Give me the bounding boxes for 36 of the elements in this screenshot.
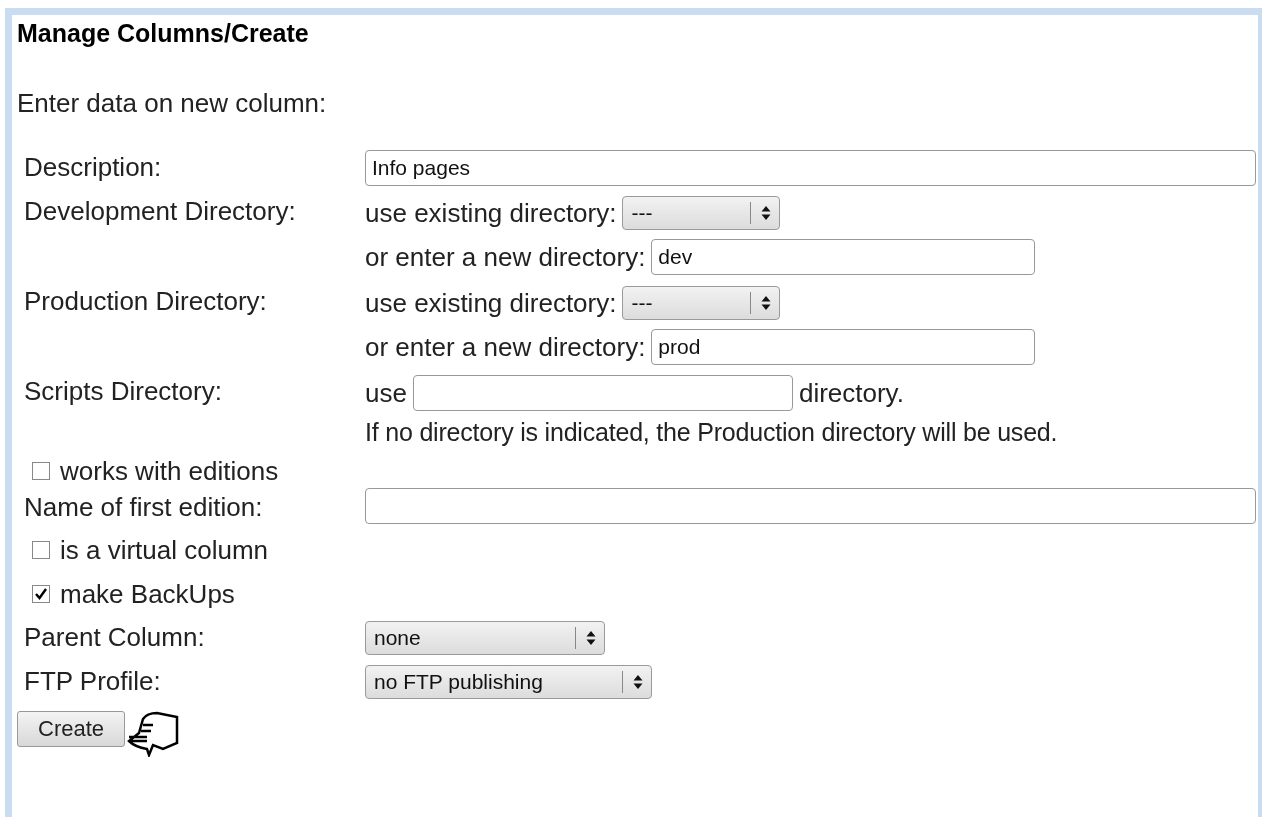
field-label: use bbox=[365, 377, 407, 409]
page-title: Manage Columns/Create bbox=[17, 19, 310, 48]
checkbox[interactable] bbox=[32, 462, 50, 480]
field-label: Description: bbox=[24, 151, 163, 184]
edition-name-field[interactable] bbox=[365, 488, 1256, 524]
checkbox-label: is a virtual column bbox=[60, 534, 269, 567]
dropdown[interactable]: none bbox=[365, 621, 605, 655]
field-label: Scripts Directory: bbox=[24, 375, 223, 408]
checkbox[interactable] bbox=[32, 541, 50, 559]
intro-text: Enter data on new column: bbox=[17, 88, 328, 119]
updown-icon bbox=[586, 630, 596, 646]
create-button[interactable]: Create bbox=[17, 711, 126, 747]
select-label: use existing directory: bbox=[365, 287, 617, 319]
updown-icon bbox=[761, 295, 772, 311]
field-label: Parent Column: bbox=[24, 621, 206, 654]
checkbox-label: make BackUps bbox=[60, 578, 235, 611]
updown-icon bbox=[633, 674, 643, 690]
field-suffix: directory. bbox=[798, 377, 904, 409]
directory-field[interactable]: prod bbox=[651, 329, 1036, 365]
directory-field[interactable]: dev bbox=[651, 239, 1036, 275]
select-label: use existing directory: bbox=[365, 197, 617, 229]
field-label: Development Directory: bbox=[24, 195, 297, 228]
directory-select[interactable]: --- bbox=[622, 286, 781, 320]
checkbox[interactable] bbox=[32, 585, 50, 603]
directory-select[interactable]: --- bbox=[622, 196, 781, 230]
description-field[interactable]: Info pages bbox=[365, 150, 1256, 186]
field-label: FTP Profile: bbox=[24, 665, 162, 698]
updown-icon bbox=[761, 205, 772, 221]
field-label: or enter a new directory: bbox=[365, 331, 646, 363]
field-label: Name of first edition: bbox=[24, 491, 264, 524]
hint-text: If no directory is indicated, the Production directory will be used. bbox=[365, 417, 1058, 447]
field-label: Production Directory: bbox=[24, 285, 268, 318]
checkbox-label: works with editions bbox=[60, 455, 279, 488]
field-label: or enter a new directory: bbox=[365, 241, 646, 273]
scripts-field[interactable] bbox=[412, 375, 793, 411]
dropdown[interactable]: no FTP publishing bbox=[365, 665, 652, 699]
